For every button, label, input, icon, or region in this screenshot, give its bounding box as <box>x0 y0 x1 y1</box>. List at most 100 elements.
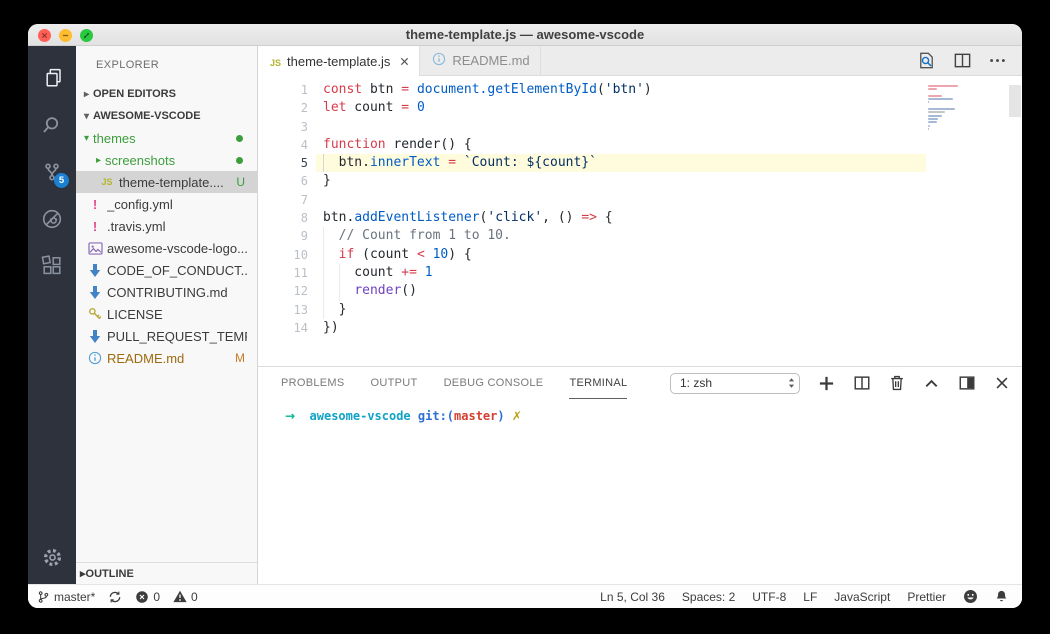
tree-item-config-yml[interactable]: ! _config.yml <box>76 193 257 215</box>
status-feedback[interactable] <box>963 589 978 604</box>
close-tab-icon[interactable] <box>400 57 409 66</box>
line-number: 1 <box>300 83 308 97</box>
activity-source-control-button[interactable]: 5 <box>28 148 76 195</box>
maximize-panel-button[interactable] <box>923 375 940 392</box>
split-editor-button[interactable] <box>953 51 972 70</box>
close-panel-button[interactable] <box>994 375 1010 391</box>
error-icon <box>135 590 149 604</box>
status-indentation[interactable]: Spaces: 2 <box>682 590 735 604</box>
tree-item-label: awesome-vscode-logo... <box>107 240 247 256</box>
terminal-prompt-line: → awesome-vscode git:(master) ✗ <box>285 409 522 423</box>
minimap-line <box>928 85 959 87</box>
status-bar: master* 0 0 Ln 5, Col 36 Spaces: 2 UTF-8 LF Ja… <box>28 584 1022 608</box>
code-line: 11 count += 1 <box>258 263 1022 283</box>
section-open-editors[interactable]: ▸ OPEN EDITORS <box>76 83 257 105</box>
exclaim-icon: ! <box>92 196 98 212</box>
close-window-button[interactable] <box>38 28 51 42</box>
panel-tab-terminal[interactable]: TERMINAL <box>569 367 628 399</box>
status-text: master* <box>54 589 96 604</box>
terminal[interactable]: → awesome-vscode git:(master) ✗ <box>258 399 1022 584</box>
status-text: Ln 5, Col 36 <box>600 589 665 604</box>
status-errors[interactable]: 0 <box>135 590 160 604</box>
activity-search-button[interactable] <box>28 101 76 148</box>
code-line-text: const btn = document.getElementById('btn… <box>323 82 652 97</box>
tree-item-contributing-md[interactable]: CONTRIBUTING.md <box>76 281 257 303</box>
status-sync[interactable] <box>108 590 122 604</box>
minimap-line <box>928 88 938 91</box>
editor-scrollbar[interactable] <box>1009 85 1021 117</box>
js-icon: JS <box>101 177 113 187</box>
section-outline[interactable]: ▸ OUTLINE <box>76 562 257 584</box>
minimize-window-button[interactable] <box>59 28 72 42</box>
tab-readme-md[interactable]: README.md <box>420 46 541 75</box>
tree-item-code-of-conduct[interactable]: CODE_OF_CONDUCT.... <box>76 259 257 281</box>
status-language[interactable]: JavaScript <box>834 590 890 604</box>
status-branch[interactable]: master* <box>37 590 95 604</box>
tree-item-license[interactable]: LICENSE <box>76 303 257 325</box>
tree-item-themes[interactable]: ▾ themes <box>76 127 257 149</box>
panel-tab-problems[interactable]: PROBLEMS <box>281 367 345 399</box>
indent-guide <box>323 263 324 283</box>
code-line: 7 <box>258 191 1022 209</box>
status-notifications[interactable] <box>995 589 1008 604</box>
line-number: 5 <box>300 156 308 171</box>
activity-debug-button[interactable] <box>28 195 76 242</box>
move-panel-button[interactable] <box>958 374 976 392</box>
status-text: Spaces: 2 <box>681 589 736 604</box>
open-changes-button[interactable] <box>916 50 937 71</box>
tree-item-travis-yml[interactable]: ! .travis.yml <box>76 215 257 237</box>
tree-item-readme-md[interactable]: README.md M <box>76 347 257 369</box>
status-text: Prettier <box>907 589 946 604</box>
status-text: JavaScript <box>834 589 891 604</box>
status-encoding[interactable]: UTF-8 <box>752 590 786 604</box>
git-status-dot <box>236 134 243 142</box>
select-stepper-icon <box>787 376 796 390</box>
status-text: LF <box>803 589 818 604</box>
code-line: 10 if (count < 10) { <box>258 245 1022 264</box>
tree-item-awesome-vscode-logo[interactable]: awesome-vscode-logo... <box>76 237 257 259</box>
md-arrow-icon <box>86 263 104 277</box>
code-line-text: // Count from 1 to 10. <box>316 227 926 246</box>
status-eol[interactable]: LF <box>803 590 817 604</box>
activity-explorer-button[interactable] <box>28 54 76 101</box>
status-cursor-position[interactable]: Ln 5, Col 36 <box>600 590 665 604</box>
kill-terminal-button[interactable] <box>889 374 905 392</box>
status-formatter[interactable]: Prettier <box>907 590 946 604</box>
minimap[interactable] <box>928 85 1006 131</box>
minimap-line <box>928 101 929 104</box>
titlebar: theme-template.js — awesome-vscode <box>28 24 1022 46</box>
panel-tab-debug-console[interactable]: DEBUG CONSOLE <box>444 367 544 399</box>
tree-item-pull-request-temp[interactable]: PULL_REQUEST_TEMP... <box>76 325 257 347</box>
status-warnings[interactable]: 0 <box>173 590 198 604</box>
tree-item-theme-template[interactable]: JS theme-template.... U <box>76 171 257 193</box>
tab-theme-template-js[interactable]: JS theme-template.js <box>258 46 421 76</box>
minimap-line <box>928 111 946 114</box>
indent-guide <box>323 227 324 246</box>
line-number: 12 <box>293 284 308 299</box>
tree-item-label: LICENSE <box>107 306 163 322</box>
zoom-window-button[interactable] <box>80 28 93 42</box>
code-lines: 1 const btn = document.getElementById('bt… <box>258 76 1022 366</box>
new-terminal-button[interactable] <box>818 375 835 392</box>
bottom-panel: PROBLEMS OUTPUT DEBUG CONSOLE TERMINAL 1: z… <box>258 366 1022 584</box>
activity-extensions-button[interactable] <box>28 242 76 289</box>
section-workspace[interactable]: ▾ AWESOME-VSCODE <box>76 105 257 127</box>
code-line: 12 render() <box>258 282 1022 301</box>
minimap-line <box>928 124 931 127</box>
tree-item-screenshots[interactable]: ▸ screenshots <box>76 149 257 171</box>
code-line: 6} <box>258 172 1022 190</box>
more-actions-button[interactable] <box>988 51 1007 70</box>
indent-guide <box>338 263 340 283</box>
code-line: 13 } <box>258 300 1022 319</box>
indent-guide <box>323 245 324 264</box>
git-status-badge: M <box>235 351 245 365</box>
tab-label: README.md <box>452 53 530 68</box>
split-terminal-button[interactable] <box>853 374 871 392</box>
window-title: theme-template.js — awesome-vscode <box>405 27 645 42</box>
settings-gear-button[interactable] <box>41 546 64 574</box>
panel-tab-output[interactable]: OUTPUT <box>371 367 418 399</box>
terminal-select[interactable]: 1: zsh <box>670 372 800 394</box>
warning-icon <box>173 590 187 603</box>
code-line-text: } <box>323 173 331 189</box>
code-editor[interactable]: 1 const btn = document.getElementById('bt… <box>258 76 1022 366</box>
